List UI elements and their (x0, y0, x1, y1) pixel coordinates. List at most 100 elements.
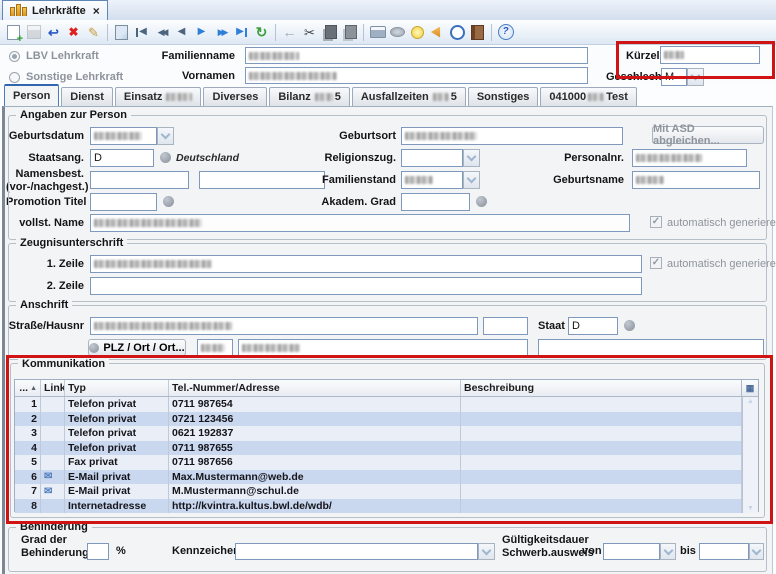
tab-person[interactable]: Person (4, 84, 59, 106)
table-row[interactable]: 3 Telefon privat 0621 192837 (15, 426, 742, 441)
familienname-field[interactable] (245, 47, 588, 64)
tab-dienst[interactable]: Dienst (61, 87, 113, 106)
radio-sonstige-lehrkraft[interactable] (9, 72, 20, 83)
kuerzel-field[interactable] (660, 46, 760, 64)
column-header-adresse[interactable]: Tel.-Nummer/Adresse (169, 380, 461, 396)
row-beschreibung (461, 412, 742, 427)
row-adresse: Max.Mustermann@web.de (169, 470, 461, 485)
table-row[interactable]: 6 ✉ E-Mail privat Max.Mustermann@web.de (15, 470, 742, 485)
help-button[interactable]: ? (496, 22, 515, 42)
tab-diverses[interactable]: Diverses (203, 87, 267, 106)
next-record-button[interactable]: ▶ (192, 22, 211, 42)
last-record-button[interactable]: ▶ (232, 22, 251, 42)
row-typ: Telefon privat (65, 397, 169, 412)
row-typ: Telefon privat (65, 412, 169, 427)
refresh-button[interactable]: ↻ (252, 22, 271, 42)
table-row[interactable]: 2 Telefon privat 0721 123456 (15, 412, 742, 427)
blurred-value (166, 93, 192, 101)
row-nr: 2 (15, 412, 41, 427)
fast-forward-button[interactable]: ▶▶ (212, 22, 231, 42)
blurred-value (433, 93, 449, 101)
row-link-cell (41, 397, 65, 412)
table-row[interactable]: 4 Telefon privat 0711 987655 (15, 441, 742, 456)
paste-icon (345, 25, 357, 39)
row-typ: Telefon privat (65, 441, 169, 456)
table-row[interactable]: 7 ✉ E-Mail privat M.Mustermann@schul.de (15, 484, 742, 499)
copy-button[interactable] (320, 22, 339, 42)
reminder-button[interactable] (448, 22, 467, 42)
scroll-up-icon[interactable]: ▲ (747, 398, 754, 405)
delete-button[interactable]: ✖ (64, 22, 83, 42)
previous-record-button[interactable]: ◀ (172, 22, 191, 42)
blurred-value (249, 72, 337, 80)
back-button[interactable]: ← (280, 22, 299, 42)
new-record-button[interactable]: + (4, 22, 23, 42)
detail-tab-bar: Person Dienst Einsatz Diverses Bilanz5 A… (4, 86, 637, 106)
column-chooser-button[interactable]: ▦ (741, 380, 758, 396)
tab-einsatz[interactable]: Einsatz (115, 87, 202, 106)
vornamen-field[interactable] (245, 67, 588, 84)
main-toolbar: + ↩ ✖ ✎ ◀ ◀◀ ◀ ▶ ▶▶ ▶ ↻ ← ✂ ? (0, 20, 776, 45)
familienname-label: Familienname (125, 50, 235, 62)
row-adresse: 0711 987655 (169, 441, 461, 456)
row-beschreibung (461, 397, 742, 412)
cut-button[interactable]: ✂ (300, 22, 319, 42)
row-link-cell (41, 499, 65, 514)
paste-button[interactable] (340, 22, 359, 42)
tab-sonstiges[interactable]: Sonstiges (468, 87, 539, 106)
logbook-button[interactable] (468, 22, 487, 42)
column-header-beschreibung[interactable]: Beschreibung (461, 380, 741, 396)
row-typ: E-Mail privat (65, 470, 169, 485)
table-row[interactable]: 1 Telefon privat 0711 987654 (15, 397, 742, 412)
radio-lbv-lehrkraft[interactable] (9, 51, 20, 62)
document-tab-strip: Lehrkräfte × (0, 0, 776, 21)
toolbar-separator (491, 24, 492, 41)
kommunikation-table-body: 1 Telefon privat 0711 987654 2 Telefon p… (15, 397, 758, 513)
megaphone-icon (431, 27, 444, 38)
tab-test[interactable]: 041000Test (540, 87, 637, 106)
presentation-button[interactable] (388, 22, 407, 42)
group-zeugnis-legend: Zeugnisunterschrift (16, 237, 127, 249)
column-header-link[interactable]: Link (41, 380, 65, 396)
fast-backward-button[interactable]: ◀◀ (152, 22, 171, 42)
document-tab-lehrkraefte[interactable]: Lehrkräfte × (2, 0, 108, 20)
row-typ: Fax privat (65, 455, 169, 470)
table-scrollbar[interactable]: ▲ ▼ (742, 397, 758, 513)
table-row[interactable]: 8 Internetadresse http://kvintra.kultus.… (15, 499, 742, 514)
row-adresse: M.Mustermann@schul.de (169, 484, 461, 499)
tab-ausfallzeiten[interactable]: Ausfallzeiten5 (352, 87, 466, 106)
blurred-value (588, 93, 604, 101)
kuerzel-label: Kürzel (626, 50, 660, 62)
hint-button[interactable] (408, 22, 427, 42)
lehrkraefte-window: Lehrkräfte × + ↩ ✖ ✎ ◀ ◀◀ ◀ ▶ ▶▶ ▶ ↻ ← ✂… (0, 0, 776, 574)
lightbulb-icon (411, 26, 424, 39)
logbook-icon (471, 25, 484, 40)
help-icon: ? (498, 24, 514, 40)
table-row[interactable]: 5 Fax privat 0711 987656 (15, 455, 742, 470)
geschlecht-dropdown-arrow[interactable] (687, 68, 704, 86)
first-record-button[interactable]: ◀ (132, 22, 151, 42)
column-header-typ[interactable]: Typ (65, 380, 169, 396)
print-button[interactable] (368, 22, 387, 42)
radio-lbv-label: LBV Lehrkraft (26, 50, 99, 62)
edit-button[interactable]: ✎ (84, 22, 103, 42)
save-button[interactable] (24, 22, 43, 42)
toolbar-separator (363, 24, 364, 41)
row-link-cell (41, 441, 65, 456)
toolbar-separator (107, 24, 108, 41)
row-link-cell (41, 455, 65, 470)
column-header-nr[interactable]: ...▲ (15, 380, 41, 396)
geschlecht-field[interactable]: M (661, 68, 687, 86)
undo-button[interactable]: ↩ (44, 22, 63, 42)
row-link-cell (41, 426, 65, 441)
group-kommunikation-legend: Kommunikation (18, 358, 109, 370)
tab-bilanz[interactable]: Bilanz5 (269, 87, 350, 106)
announcement-button[interactable] (428, 22, 447, 42)
close-tab-icon[interactable]: × (93, 4, 100, 18)
row-nr: 5 (15, 455, 41, 470)
scroll-down-icon[interactable]: ▼ (747, 505, 754, 512)
goto-record-button[interactable] (112, 22, 131, 42)
mail-icon: ✉ (44, 486, 52, 497)
row-nr: 7 (15, 484, 41, 499)
row-adresse: http://kvintra.kultus.bwl.de/wdb/ (169, 499, 461, 514)
